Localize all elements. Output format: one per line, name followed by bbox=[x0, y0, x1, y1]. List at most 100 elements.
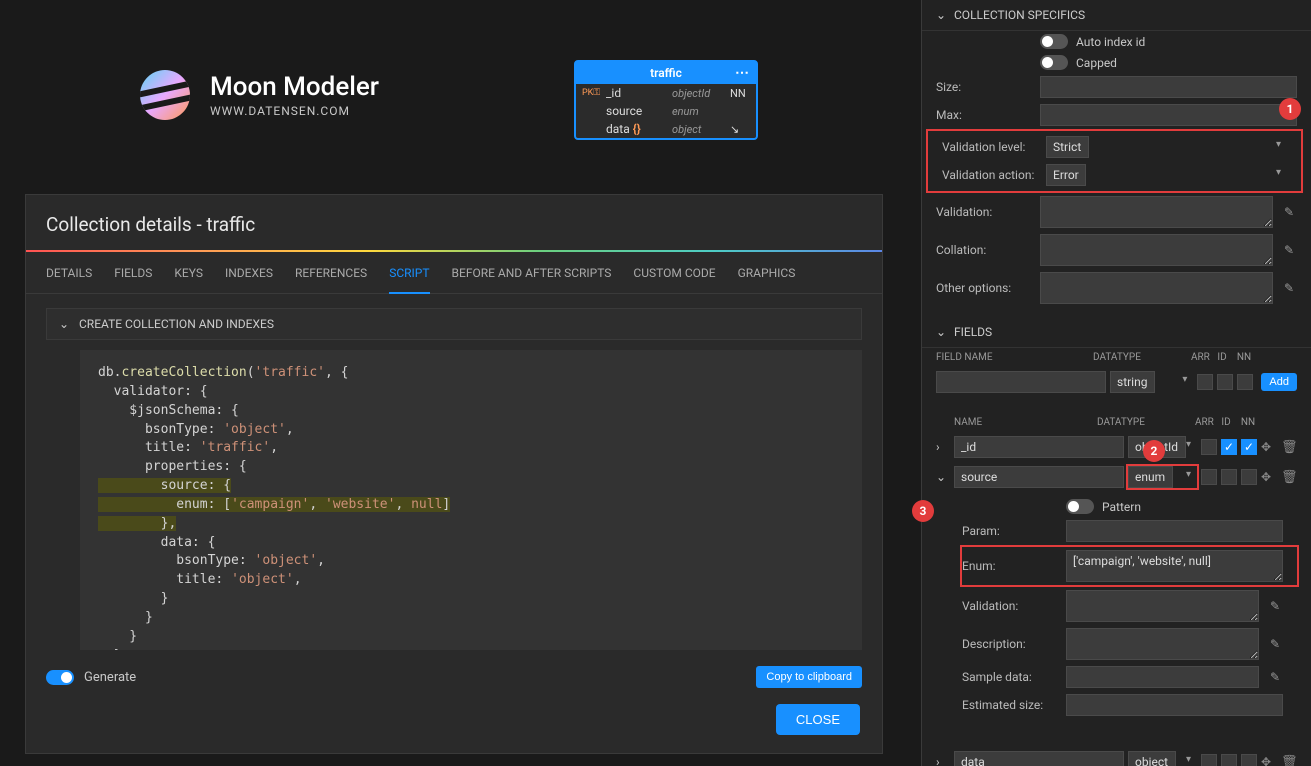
tab-fields[interactable]: FIELDS bbox=[114, 266, 152, 293]
new-id-checkbox[interactable] bbox=[1217, 374, 1233, 390]
nn-checkbox[interactable]: ✓ bbox=[1241, 439, 1257, 455]
enum-textarea[interactable]: ['campaign', 'website', null] bbox=[1066, 550, 1283, 582]
validation-action-select[interactable]: Error bbox=[1046, 164, 1086, 186]
size-label: Size: bbox=[936, 80, 1032, 94]
field-name-input[interactable] bbox=[954, 751, 1124, 766]
entity-box-traffic[interactable]: traffic ⋯ PK⚿ _id objectId NN source enu… bbox=[574, 60, 758, 140]
chevron-down-icon: ⌄ bbox=[936, 8, 946, 22]
entity-row-data[interactable]: data {} object ↘ bbox=[576, 120, 756, 138]
auto-index-label: Auto index id bbox=[1076, 35, 1145, 49]
move-icon[interactable]: ✥ bbox=[1261, 440, 1277, 454]
properties-sidebar: ⌄ COLLECTION SPECIFICS Auto index id Cap… bbox=[921, 0, 1311, 766]
tab-graphics[interactable]: GRAPHICS bbox=[738, 266, 796, 293]
est-size-input[interactable] bbox=[1066, 694, 1283, 716]
chevron-down-icon: ⌄ bbox=[936, 325, 946, 339]
tab-script[interactable]: SCRIPT bbox=[389, 266, 429, 294]
new-field-name-input[interactable] bbox=[936, 371, 1106, 393]
move-icon[interactable]: ✥ bbox=[1261, 470, 1277, 484]
nn-checkbox[interactable] bbox=[1241, 754, 1257, 766]
trash-icon[interactable]: 🗑 bbox=[1281, 440, 1297, 455]
param-input[interactable] bbox=[1066, 520, 1283, 542]
tab-before-after[interactable]: BEFORE AND AFTER SCRIPTS bbox=[452, 266, 612, 293]
edit-icon[interactable]: ✎ bbox=[1281, 204, 1297, 220]
edit-icon[interactable]: ✎ bbox=[1281, 242, 1297, 258]
accordion-title: CREATE COLLECTION AND INDEXES bbox=[79, 317, 274, 331]
brand-site: WWW.DATENSEN.COM bbox=[210, 104, 379, 118]
accordion-create-collection[interactable]: ⌄ CREATE COLLECTION AND INDEXES bbox=[46, 308, 862, 340]
auto-index-toggle[interactable] bbox=[1040, 34, 1068, 49]
capped-toggle[interactable] bbox=[1040, 55, 1068, 70]
trash-icon[interactable]: 🗑 bbox=[1281, 755, 1297, 766]
field-name-input[interactable] bbox=[954, 466, 1124, 488]
col-id: ID bbox=[1213, 352, 1231, 363]
brand-area: Moon Modeler WWW.DATENSEN.COM bbox=[140, 70, 379, 120]
arr-checkbox[interactable] bbox=[1201, 469, 1217, 485]
link-icon[interactable]: ↘ bbox=[730, 123, 750, 136]
trash-icon[interactable]: 🗑 bbox=[1281, 470, 1297, 485]
field-validation-label: Validation: bbox=[962, 599, 1058, 613]
field-validation-textarea[interactable] bbox=[1066, 590, 1259, 622]
section-fields[interactable]: ⌄ FIELDS bbox=[922, 317, 1311, 348]
tab-references[interactable]: REFERENCES bbox=[295, 266, 367, 293]
add-field-button[interactable]: Add bbox=[1261, 373, 1297, 391]
expand-icon[interactable]: › bbox=[936, 440, 950, 454]
entity-row-id[interactable]: PK⚿ _id objectId NN bbox=[576, 84, 756, 102]
other-options-label: Other options: bbox=[936, 281, 1032, 295]
description-textarea[interactable] bbox=[1066, 628, 1259, 660]
param-label: Param: bbox=[962, 524, 1058, 538]
script-code-block[interactable]: db.createCollection('traffic', { validat… bbox=[80, 350, 862, 650]
id-checkbox[interactable] bbox=[1221, 469, 1237, 485]
new-arr-checkbox[interactable] bbox=[1197, 374, 1213, 390]
panel-title: Collection details - traffic bbox=[26, 195, 882, 250]
edit-icon[interactable]: ✎ bbox=[1267, 636, 1283, 652]
field-name-input[interactable] bbox=[954, 436, 1124, 458]
tab-keys[interactable]: KEYS bbox=[174, 266, 203, 293]
copy-clipboard-button[interactable]: Copy to clipboard bbox=[756, 666, 862, 688]
field-type-select[interactable]: object bbox=[1128, 751, 1176, 766]
brand-logo-icon bbox=[140, 70, 190, 120]
enum-label: Enum: bbox=[962, 559, 1058, 573]
field-row-data: › object ✥ 🗑 bbox=[922, 747, 1311, 766]
edit-icon[interactable]: ✎ bbox=[1267, 598, 1283, 614]
other-options-textarea[interactable] bbox=[1040, 272, 1273, 304]
collation-label: Collation: bbox=[936, 243, 1032, 257]
field-type-select[interactable]: enum bbox=[1128, 466, 1173, 488]
braces-icon: {} bbox=[633, 122, 641, 136]
tab-details[interactable]: DETAILS bbox=[46, 266, 92, 293]
generate-toggle[interactable] bbox=[46, 670, 74, 685]
edit-icon[interactable]: ✎ bbox=[1267, 669, 1283, 685]
collapse-icon[interactable]: ⌄ bbox=[936, 470, 950, 484]
sample-data-input[interactable] bbox=[1066, 666, 1259, 688]
callout-2: 2 bbox=[1143, 440, 1165, 462]
collation-textarea[interactable] bbox=[1040, 234, 1273, 266]
arr-checkbox[interactable] bbox=[1201, 754, 1217, 766]
size-input[interactable] bbox=[1040, 76, 1297, 98]
entity-more-icon[interactable]: ⋯ bbox=[735, 65, 750, 81]
id-checkbox[interactable] bbox=[1221, 754, 1237, 766]
move-icon[interactable]: ✥ bbox=[1261, 755, 1277, 766]
pattern-toggle[interactable] bbox=[1066, 499, 1094, 514]
tab-custom-code[interactable]: CUSTOM CODE bbox=[633, 266, 715, 293]
validation-textarea[interactable] bbox=[1040, 196, 1273, 228]
nn-checkbox[interactable] bbox=[1241, 469, 1257, 485]
validation-level-select[interactable]: Strict bbox=[1046, 136, 1089, 158]
arr-checkbox[interactable] bbox=[1201, 439, 1217, 455]
id-checkbox[interactable]: ✓ bbox=[1221, 439, 1237, 455]
section-collection-specifics[interactable]: ⌄ COLLECTION SPECIFICS bbox=[922, 0, 1311, 31]
edit-icon[interactable]: ✎ bbox=[1281, 280, 1297, 296]
new-field-type-select[interactable]: string bbox=[1110, 371, 1155, 393]
entity-row-source[interactable]: source enum bbox=[576, 102, 756, 120]
chevron-down-icon: ⌄ bbox=[59, 317, 69, 331]
key-icon: PK⚿ bbox=[582, 88, 602, 98]
capped-label: Capped bbox=[1076, 56, 1117, 70]
close-button[interactable]: CLOSE bbox=[776, 704, 860, 735]
new-nn-checkbox[interactable] bbox=[1237, 374, 1253, 390]
entity-title[interactable]: traffic ⋯ bbox=[576, 62, 756, 84]
callout-1: 1 bbox=[1279, 98, 1301, 120]
max-input[interactable] bbox=[1040, 104, 1297, 126]
col-nn: NN bbox=[1235, 352, 1253, 363]
col-field-name: FIELD NAME bbox=[936, 352, 1089, 363]
panel-tabs: DETAILS FIELDS KEYS INDEXES REFERENCES S… bbox=[26, 252, 882, 294]
expand-icon[interactable]: › bbox=[936, 755, 950, 766]
tab-indexes[interactable]: INDEXES bbox=[225, 266, 273, 293]
